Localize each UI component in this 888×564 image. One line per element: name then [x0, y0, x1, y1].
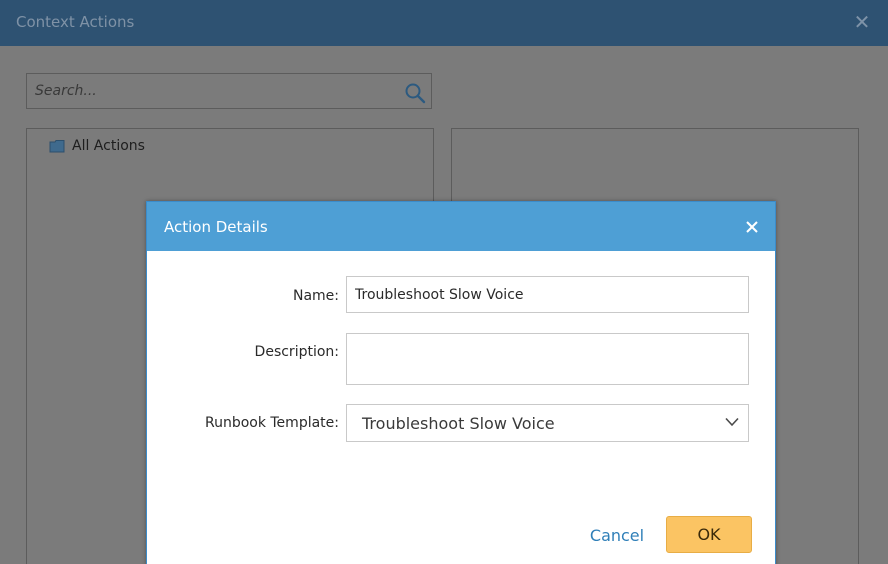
action-details-dialog: Action Details Name: Description: Runboo…	[146, 201, 776, 564]
folder-icon	[49, 140, 65, 153]
tree-item-label: All Actions	[72, 138, 145, 154]
name-label: Name:	[292, 288, 339, 304]
dialog-title: Action Details	[164, 218, 268, 236]
dialog-header: Action Details	[147, 202, 775, 251]
search-box	[26, 73, 432, 109]
description-input[interactable]	[346, 333, 749, 385]
outer-close-icon[interactable]: ✕	[850, 10, 874, 34]
close-icon[interactable]	[741, 216, 763, 238]
dialog-body: Name: Description: Runbook Template: Tro…	[150, 251, 772, 564]
description-label: Description:	[254, 344, 339, 360]
ok-button[interactable]: OK	[666, 516, 752, 553]
search-input[interactable]	[27, 74, 397, 108]
search-icon[interactable]	[404, 82, 426, 104]
name-input[interactable]	[346, 276, 749, 313]
cancel-button[interactable]: Cancel	[588, 523, 646, 549]
outer-dialog-title: Context Actions	[16, 13, 135, 31]
outer-dialog-header: Context Actions ✕	[0, 0, 888, 46]
tree-item-all-actions[interactable]: All Actions	[49, 137, 145, 155]
runbook-template-value: Troubleshoot Slow Voice	[362, 414, 555, 433]
chevron-down-icon	[725, 417, 739, 427]
runbook-template-label: Runbook Template:	[204, 415, 339, 431]
runbook-template-select[interactable]: Troubleshoot Slow Voice	[346, 404, 749, 442]
